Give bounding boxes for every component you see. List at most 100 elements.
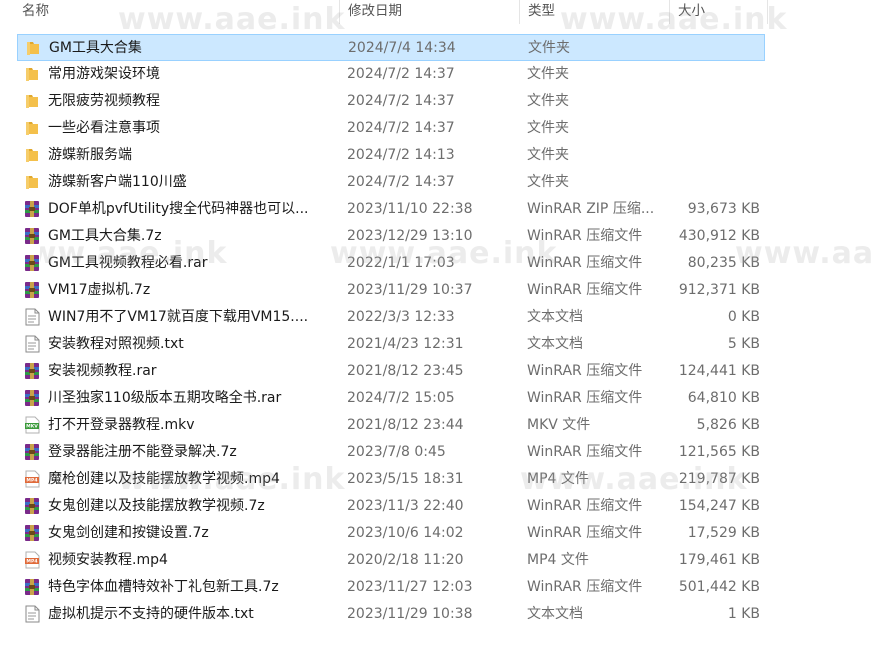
file-modified-date: 2024/7/2 14:13 <box>347 147 455 163</box>
file-row[interactable]: 游蝶新客户端110川盛 2024/7/2 14:37 文件夹 <box>17 169 765 196</box>
file-modified-date: 2023/11/29 10:38 <box>347 606 473 622</box>
file-modified-date: 2023/11/10 22:38 <box>347 201 473 217</box>
file-type: 文件夹 <box>527 93 569 109</box>
file-row[interactable]: 游蝶新服务端 2024/7/2 14:13 文件夹 <box>17 142 765 169</box>
file-type: 文件夹 <box>528 40 570 56</box>
file-name: 女鬼剑创建和按键设置.7z <box>48 525 209 541</box>
folder-icon <box>23 146 41 164</box>
file-size <box>667 142 760 169</box>
svg-text:MKV: MKV <box>26 424 38 430</box>
column-header-date[interactable]: 修改日期 <box>340 0 520 24</box>
svg-text:MP4: MP4 <box>26 478 37 484</box>
winrar-icon <box>23 227 41 245</box>
file-size: 501,442 KB <box>678 579 760 595</box>
file-modified-date: 2020/2/18 11:20 <box>347 552 464 568</box>
file-modified-date: 2024/7/2 14:37 <box>347 66 455 82</box>
column-header-type[interactable]: 类型 <box>520 0 670 24</box>
column-header: 名称 修改日期 类型 大小 <box>0 0 872 24</box>
file-size <box>667 169 760 196</box>
file-name: 游蝶新服务端 <box>48 147 132 163</box>
winrar-icon <box>23 362 41 380</box>
file-modified-date: 2021/8/12 23:45 <box>347 363 464 379</box>
file-row[interactable]: GM工具大合集.7z 2023/12/29 13:10 WinRAR 压缩文件 430… <box>17 223 765 250</box>
file-row[interactable]: 无限疲劳视频教程 2024/7/2 14:37 文件夹 <box>17 88 765 115</box>
file-modified-date: 2024/7/4 14:34 <box>348 40 456 56</box>
file-size: 219,787 KB <box>678 471 760 487</box>
column-header-name[interactable]: 名称 <box>0 0 340 24</box>
file-modified-date: 2023/7/8 0:45 <box>347 444 446 460</box>
file-row[interactable]: 女鬼创建以及技能摆放教学视频.7z 2023/11/3 22:40 WinRAR 压… <box>17 493 765 520</box>
file-name: WIN7用不了VM17就百度下载用VM15.... <box>48 309 309 325</box>
winrar-icon <box>23 200 41 218</box>
svg-text:MP4: MP4 <box>26 559 37 565</box>
file-name: 特色字体血槽特效补丁礼包新工具.7z <box>48 579 279 595</box>
file-row[interactable]: DOF单机pvfUtility搜全代码神器也可以... 2023/11/10 22… <box>17 196 765 223</box>
file-type: WinRAR 压缩文件 <box>527 282 643 298</box>
file-type: WinRAR 压缩文件 <box>527 579 643 595</box>
file-modified-date: 2021/8/12 23:44 <box>347 417 464 433</box>
file-modified-date: 2022/3/3 12:33 <box>347 309 455 325</box>
file-name: 无限疲劳视频教程 <box>48 93 160 109</box>
file-type: 文本文档 <box>527 309 583 325</box>
file-modified-date: 2022/1/1 17:03 <box>347 255 455 271</box>
file-size: 154,247 KB <box>678 498 760 514</box>
file-row[interactable]: 常用游戏架设环境 2024/7/2 14:37 文件夹 <box>17 61 765 88</box>
file-type: WinRAR 压缩文件 <box>527 525 643 541</box>
column-header-size[interactable]: 大小 <box>670 0 768 24</box>
file-modified-date: 2024/7/2 14:37 <box>347 174 455 190</box>
file-modified-date: 2021/4/23 12:31 <box>347 336 464 352</box>
file-type: WinRAR 压缩文件 <box>527 363 643 379</box>
file-name: DOF单机pvfUtility搜全代码神器也可以... <box>48 201 309 217</box>
file-row[interactable]: 登录器能注册不能登录解决.7z 2023/7/8 0:45 WinRAR 压缩文件 1… <box>17 439 765 466</box>
file-name: 一些必看注意事项 <box>48 120 160 136</box>
file-size <box>667 88 760 115</box>
file-modified-date: 2024/7/2 14:37 <box>347 120 455 136</box>
file-row[interactable]: MP4 视频安装教程.mp4 2020/2/18 11:20 MP4 文件 179,46… <box>17 547 765 574</box>
file-size: 912,371 KB <box>678 282 760 298</box>
file-size: 124,441 KB <box>678 363 760 379</box>
file-row[interactable]: 安装教程对照视频.txt 2021/4/23 12:31 文本文档 5 KB <box>17 331 765 358</box>
folder-icon <box>23 173 41 191</box>
file-name: GM工具大合集.7z <box>48 228 162 244</box>
file-name: GM工具大合集 <box>49 40 142 56</box>
file-type: WinRAR 压缩文件 <box>527 444 643 460</box>
text-file-icon <box>23 605 41 623</box>
file-size <box>667 115 760 142</box>
file-name: 视频安装教程.mp4 <box>48 552 168 568</box>
file-modified-date: 2024/7/2 15:05 <box>347 390 455 406</box>
file-modified-date: 2023/11/29 10:37 <box>347 282 473 298</box>
file-row[interactable]: GM工具大合集 2024/7/4 14:34 文件夹 <box>17 34 765 61</box>
file-type: WinRAR 压缩文件 <box>527 498 643 514</box>
folder-icon <box>23 119 41 137</box>
winrar-icon <box>23 254 41 272</box>
file-name: GM工具视频教程必看.rar <box>48 255 208 271</box>
mp4-icon: MP4 <box>23 470 41 488</box>
file-name: 常用游戏架设环境 <box>48 66 160 82</box>
file-name: 打不开登录器教程.mkv <box>48 417 195 433</box>
file-row[interactable]: 一些必看注意事项 2024/7/2 14:37 文件夹 <box>17 115 765 142</box>
file-size: 64,810 KB <box>687 390 760 406</box>
file-row[interactable]: VM17虚拟机.7z 2023/11/29 10:37 WinRAR 压缩文件 912… <box>17 277 765 304</box>
file-row[interactable]: 虚拟机提示不支持的硬件版本.txt 2023/11/29 10:38 文本文档 1 K… <box>17 601 765 628</box>
file-modified-date: 2023/12/29 13:10 <box>347 228 473 244</box>
file-row[interactable]: MP4 魔枪创建以及技能摆放教学视频.mp4 2023/5/15 18:31 MP4 … <box>17 466 765 493</box>
file-row[interactable]: 川圣独家110级版本五期攻略全书.rar 2024/7/2 15:05 WinRAR… <box>17 385 765 412</box>
winrar-icon <box>23 443 41 461</box>
file-row[interactable]: 安装视频教程.rar 2021/8/12 23:45 WinRAR 压缩文件 124,… <box>17 358 765 385</box>
file-modified-date: 2023/11/27 12:03 <box>347 579 473 595</box>
file-size: 179,461 KB <box>678 552 760 568</box>
text-file-icon <box>23 308 41 326</box>
file-type: WinRAR 压缩文件 <box>527 390 643 406</box>
file-type: MKV 文件 <box>527 417 591 433</box>
file-row[interactable]: GM工具视频教程必看.rar 2022/1/1 17:03 WinRAR 压缩文件 8… <box>17 250 765 277</box>
file-row[interactable]: 特色字体血槽特效补丁礼包新工具.7z 2023/11/27 12:03 WinRAR… <box>17 574 765 601</box>
file-row[interactable]: 女鬼剑创建和按键设置.7z 2023/10/6 14:02 WinRAR 压缩文件 1… <box>17 520 765 547</box>
file-row[interactable]: WIN7用不了VM17就百度下载用VM15.... 2022/3/3 12:33 文… <box>17 304 765 331</box>
file-size: 1 KB <box>727 606 760 622</box>
file-name: 魔枪创建以及技能摆放教学视频.mp4 <box>48 471 280 487</box>
file-type: 文件夹 <box>527 147 569 163</box>
file-row[interactable]: MKV 打不开登录器教程.mkv 2021/8/12 23:44 MKV 文件 5,82… <box>17 412 765 439</box>
file-type: 文本文档 <box>527 336 583 352</box>
file-size: 0 KB <box>727 309 760 325</box>
file-name: 登录器能注册不能登录解决.7z <box>48 444 237 460</box>
